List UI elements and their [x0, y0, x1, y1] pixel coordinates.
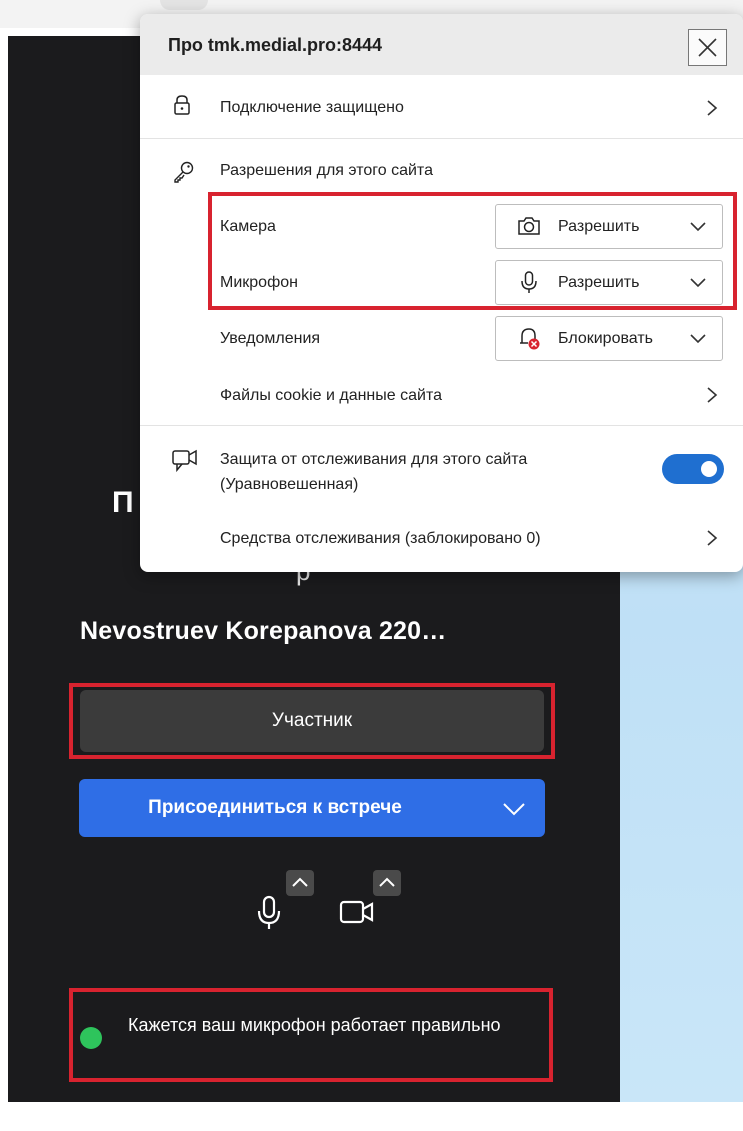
- camera-icon[interactable]: [336, 896, 376, 928]
- popup-header: Про tmk.medial.pro:8444: [140, 14, 743, 75]
- chevron-down-icon[interactable]: [501, 795, 527, 821]
- permissions-header: Разрешения для этого сайта: [220, 162, 433, 179]
- microphone-icon[interactable]: [255, 895, 283, 931]
- camera-options-button[interactable]: [373, 870, 401, 896]
- page-bottom-area: [0, 1102, 743, 1131]
- divider: [140, 425, 743, 426]
- status-ok-indicator: [80, 1027, 102, 1049]
- browser-tab-edge: [160, 0, 208, 10]
- close-button[interactable]: [688, 29, 727, 66]
- chevron-right-icon: [707, 387, 718, 403]
- cookies-label: Файлы cookie и данные сайта: [220, 387, 442, 404]
- notifications-permission-select[interactable]: Блокировать: [495, 316, 723, 361]
- join-meeting-button[interactable]: Присоединиться к встрече: [79, 779, 545, 837]
- chevron-right-icon: [707, 100, 718, 116]
- key-icon: [174, 161, 194, 183]
- chevron-up-icon: [379, 877, 395, 887]
- annotation-highlight-permissions: [208, 192, 737, 310]
- notifications-permission-value: Блокировать: [558, 330, 653, 347]
- join-button-label: Присоединиться к встрече: [148, 797, 402, 818]
- tracking-prevention-icon: [172, 449, 197, 473]
- popup-title: Про tmk.medial.pro:8444: [168, 35, 382, 55]
- lock-icon: [174, 95, 190, 115]
- chevron-up-icon: [292, 877, 308, 887]
- mic-options-button[interactable]: [286, 870, 314, 896]
- divider: [140, 138, 743, 139]
- chevron-down-icon: [690, 334, 706, 344]
- tracking-prevention-toggle[interactable]: [662, 454, 724, 484]
- tracking-label: Защита от отслеживания для этого сайта: [220, 451, 528, 468]
- mic-status-message: Кажется ваш микрофон работает правильно: [128, 1015, 501, 1035]
- close-icon: [698, 38, 717, 57]
- notification-blocked-icon: [520, 328, 540, 350]
- toggle-knob: [701, 461, 717, 477]
- connection-label: Подключение защищено: [220, 99, 404, 116]
- chevron-right-icon: [707, 530, 718, 546]
- meeting-heading-partial: П: [112, 486, 134, 519]
- meeting-title: Nevostruev Korepanova 220…: [80, 617, 447, 645]
- annotation-highlight-role: [69, 683, 555, 759]
- tracking-level-label: (Уравновешенная): [220, 476, 359, 493]
- permission-notifications-label: Уведомления: [220, 330, 321, 347]
- trackers-label: Средства отслеживания (заблокировано 0): [220, 530, 541, 547]
